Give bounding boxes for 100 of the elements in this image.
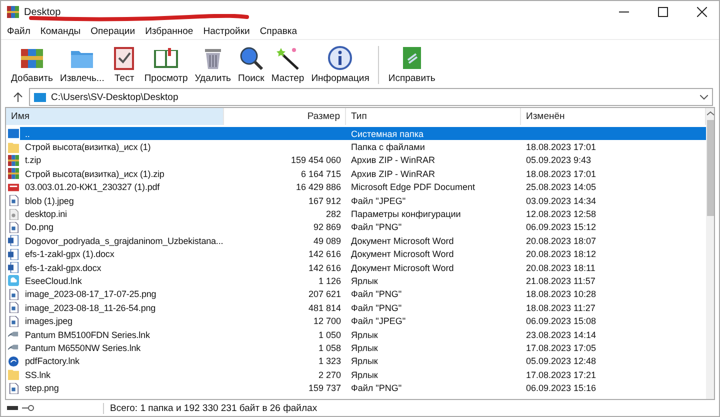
file-row[interactable]: image_2023-08-18_11-26-54.png 481 814 Файл "PNG" 18.08.2023 11:27 [6,301,706,314]
file-row[interactable]: images.jpeg 12 700 Файл "JPEG" 06.09.2023 15:08 [6,314,706,328]
name-cell: Pantum M6550NW Series.lnk [6,341,224,355]
settings-file-icon [8,208,19,220]
info-icon [327,45,354,71]
file-row[interactable]: Dogovor_podryada_s_grajdaninom_Uzbekistana... 49 089 Документ Microsoft Word 20.08.2023 18:07 [6,234,706,248]
app-icon [7,6,19,18]
toolbar-button[interactable]: Информация [309,45,372,84]
size-cell-text: 207 621 [307,288,342,302]
date-cell-text: 20.08.2023 18:11 [525,262,596,274]
size-cell-text: 49 089 [312,234,342,248]
file-row[interactable]: blob (1).jpeg 167 912 Файл "JPEG" 03.09.2023 14:34 [6,194,706,208]
file-row[interactable]: pdfFactory.lnk 1 323 Ярлык 05.09.2023 12:48 [6,354,706,368]
file-row[interactable]: efs-1-zakl-gpx.docx 142 616 Документ Microsoft Word 20.08.2023 18:11 [6,260,706,274]
toolbar-button[interactable]: Тест [109,45,140,84]
size-cell-text: 142 616 [307,262,342,274]
folder-icon [8,128,19,140]
file-row[interactable]: t.zip 159 454 060 Архив ZIP - WinRAR 05.09.2023 9:43 [6,154,706,168]
file-row[interactable]: 03.003.01.20-КЖ1_230327 (1).pdf 16 429 886 Microsoft Edge PDF Document 25.08.2023 14:05 [6,180,706,194]
menu-item[interactable]: Избранное [145,26,194,36]
date-cell-text: 18.08.2023 17:01 [525,168,598,181]
file-row[interactable]: Строй высота(визитка)_исх (1) Папка с файлами 18.08.2023 17:01 [6,140,706,154]
toolbar-button[interactable]: Исправить [386,45,438,84]
name-cell: desktop.ini [6,207,224,221]
menu-item[interactable]: Операции [90,26,136,36]
date-cell-text: 25.08.2023 14:05 [525,181,598,194]
file-row[interactable]: Pantum M6550NW Series.lnk 1 058 Ярлык 17.08.2023 17:05 [6,341,706,355]
toolbar-button[interactable]: Извлечь... [58,45,106,84]
scrollbar[interactable] [706,108,714,399]
toolbar-button[interactable]: Поиск [236,45,266,84]
file-row[interactable]: image_2023-08-17_17-07-25.png 207 621 Файл "PNG" 18.08.2023 10:28 [6,288,706,302]
archive-icon [8,154,19,166]
date-cell-text: 18.08.2023 10:28 [525,288,598,302]
file-row[interactable]: EseeCloud.lnk 1 126 Ярлык 21.08.2023 11:57 [6,274,706,288]
type-cell-text: Файл "PNG" [350,221,403,234]
type-cell-text: Архив ZIP - WinRAR [350,154,436,168]
date-cell-text: 05.09.2023 12:48 [525,355,598,368]
file-row[interactable]: desktop.ini 282 Параметры конфигурации 12.08.2023 12:58 [6,207,706,221]
archive-icon [8,168,19,180]
toolbar-button[interactable]: Просмотр [142,45,190,84]
name-cell: image_2023-08-18_11-26-54.png [6,301,224,314]
folder-icon [8,369,19,380]
name-cell: Pantum BM5100FDN Series.lnk [6,328,224,342]
name-cell: image_2023-08-17_17-07-25.png [6,288,224,302]
size-cell-text: 481 814 [307,302,342,314]
up-arrow-icon[interactable] [13,92,23,102]
scroll-up-icon[interactable] [706,111,714,116]
date-cell-text: 21.08.2023 11:57 [525,274,596,288]
drive-icon [34,92,46,102]
toolbar-button[interactable]: Добавить [9,45,55,84]
type-cell-text: Ярлык [350,368,379,382]
name-cell: 03.003.01.20-КЖ1_230327 (1).pdf [6,180,224,194]
toolbar-button[interactable]: Удалить [192,45,234,84]
name-cell: Do.png [6,220,224,234]
size-cell-text: 1 323 [317,355,342,368]
menu-item[interactable]: Команды [40,26,81,36]
size-cell-text: 159 454 060 [290,154,342,168]
type-cell-text: Документ Microsoft Word [350,248,455,261]
type-cell-text: Документ Microsoft Word [350,262,455,274]
menu-item[interactable]: Настройки [203,26,250,36]
file-row[interactable]: Строй высота(визитка)_исх (1).zip 6 164 715 Архив ZIP - WinRAR 18.08.2023 17:01 [6,167,706,181]
date-cell-text: 06.09.2023 15:08 [525,315,598,328]
name-cell: SS.lnk [6,368,224,382]
window-title: Desktop [24,6,62,18]
name-cell: pdfFactory.lnk [6,354,224,368]
date-cell-text: 17.08.2023 17:21 [525,368,598,382]
name-cell: .. [6,127,224,140]
image-file-icon [8,382,19,394]
date-cell-text: 20.08.2023 18:12 [525,248,598,261]
name-cell: Строй высота(визитка)_исх (1).zip [6,167,224,181]
address-field[interactable]: C:\Users\SV-Desktop\Desktop [29,88,713,106]
date-cell-text: 18.08.2023 11:27 [525,302,596,314]
type-cell-text: Файл "PNG" [350,288,403,302]
image-file-icon [8,288,19,300]
type-cell-text: Ярлык [350,355,379,368]
close-icon[interactable] [697,7,707,17]
column-header[interactable]: Имя [6,108,224,125]
image-file-icon [8,195,19,206]
file-row[interactable]: .. Системная папка [6,127,706,140]
file-row[interactable]: step.png 159 737 Файл "PNG" 06.09.2023 15:16 [6,381,706,395]
menu-item[interactable]: Файл [7,26,30,36]
date-cell-text: 06.09.2023 15:12 [525,221,598,234]
cloud-icon [8,275,19,286]
key-icon [22,404,34,412]
date-cell-text: 05.09.2023 9:43 [525,154,592,168]
type-cell-text: Файл "PNG" [350,382,403,395]
toolbar-button[interactable]: Мастер [269,45,306,84]
file-row[interactable]: Pantum BM5100FDN Series.lnk 1 050 Ярлык 23.08.2023 14:14 [6,328,706,342]
name-cell: images.jpeg [6,314,224,328]
maximize-icon[interactable] [658,7,668,17]
size-cell-text: 92 869 [312,221,342,234]
size-cell-text: 167 912 [307,194,342,208]
file-row[interactable]: Do.png 92 869 Файл "PNG" 06.09.2023 15:12 [6,220,706,234]
type-cell-text: Microsoft Edge PDF Document [350,181,476,194]
file-row[interactable]: efs-1-zakl-gpx (1).docx 142 616 Документ Microsoft Word 20.08.2023 18:12 [6,248,706,261]
date-cell-text: 20.08.2023 18:07 [525,234,598,248]
size-cell-text: 1 050 [317,328,342,342]
menu-item[interactable]: Справка [260,26,298,36]
file-row[interactable]: SS.lnk 2 270 Ярлык 17.08.2023 17:21 [6,368,706,382]
type-cell-text: Файл "JPEG" [350,315,407,328]
